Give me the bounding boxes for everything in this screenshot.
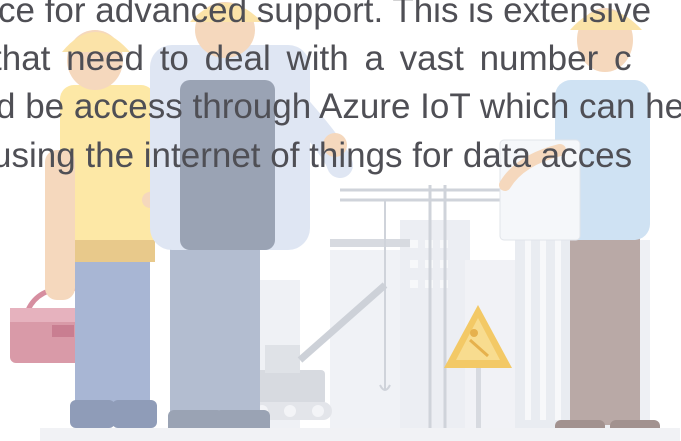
construction-scene-illustration bbox=[10, 2, 680, 441]
ground-line bbox=[40, 428, 680, 441]
